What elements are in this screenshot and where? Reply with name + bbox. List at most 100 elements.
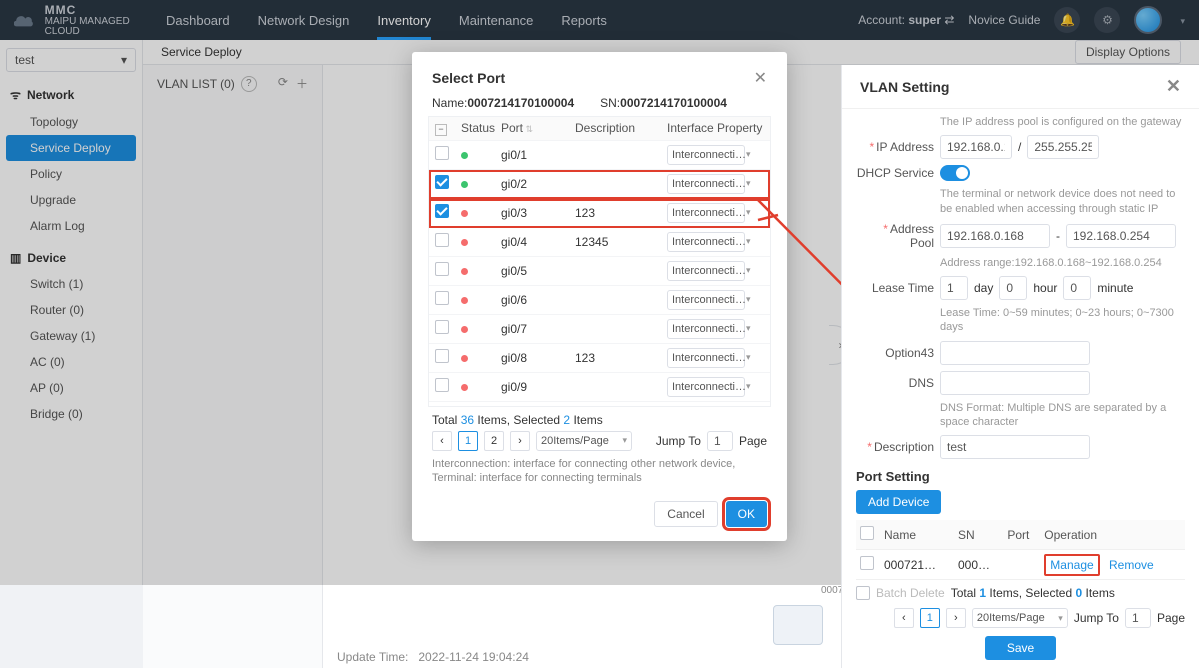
interface-property-select[interactable]: Interconnecti…▾ <box>667 145 745 165</box>
modal-page-1[interactable]: 1 <box>458 431 478 451</box>
port-cell: gi0/8 <box>495 344 569 373</box>
lease-hour-input[interactable] <box>999 276 1027 300</box>
device-port-table: Name SN Port Operation 000721… 000… Mana… <box>856 520 1185 580</box>
option43-input[interactable] <box>940 341 1090 365</box>
port-row: gi0/8123 Interconnecti…▾ <box>429 344 770 373</box>
interface-property-select[interactable]: Interconnecti…▾ <box>667 377 745 397</box>
close-icon[interactable]: ✕ <box>1166 76 1181 97</box>
port-cell: gi0/5 <box>495 257 569 286</box>
page-1[interactable]: 1 <box>920 608 940 628</box>
port-row-checkbox[interactable] <box>435 291 449 305</box>
port-row-checkbox[interactable] <box>435 378 449 392</box>
port-cell: gi0/6 <box>495 286 569 315</box>
lease-day-input[interactable] <box>940 276 968 300</box>
port-row-checkbox[interactable] <box>435 204 449 218</box>
select-port-modal: Select Port ✕ Name:0007214170100004 SN:0… <box>412 52 787 541</box>
modal-next-page[interactable]: › <box>510 431 530 451</box>
save-button[interactable]: Save <box>985 636 1056 660</box>
page-size-select[interactable]: 20Items/Page▾ <box>972 608 1068 628</box>
port-table: − Status Port Description Interface Prop… <box>428 116 771 407</box>
port-row: gi0/10Interconnecti…▾ <box>429 402 770 406</box>
select-all-checkbox[interactable] <box>860 526 874 540</box>
row-port <box>1003 550 1040 580</box>
modal-close-icon[interactable]: ✕ <box>754 68 767 88</box>
add-device-button[interactable]: Add Device <box>856 490 941 514</box>
prev-page[interactable]: ‹ <box>894 608 914 628</box>
interface-property-select[interactable]: Interconnecti…▾ <box>667 290 745 310</box>
port-row-checkbox[interactable] <box>435 320 449 334</box>
desc-cell <box>569 315 661 344</box>
status-dot-icon <box>461 355 468 362</box>
remove-link[interactable]: Remove <box>1109 558 1154 572</box>
port-row-checkbox[interactable] <box>435 233 449 247</box>
desc-input[interactable] <box>940 435 1090 459</box>
port-row: gi0/412345Interconnecti…▾ <box>429 228 770 257</box>
status-dot-icon <box>461 181 468 188</box>
col-port-sort[interactable]: Port <box>495 117 569 140</box>
cancel-button[interactable]: Cancel <box>654 501 717 527</box>
collapse-all-icon[interactable]: − <box>435 124 447 136</box>
port-row: gi0/5 Interconnecti…▾ <box>429 257 770 286</box>
pool-from-input[interactable] <box>940 224 1050 248</box>
ip-input[interactable] <box>940 135 1012 159</box>
manage-link[interactable]: Manage <box>1044 554 1099 576</box>
modal-jump-input[interactable] <box>707 431 733 451</box>
modal-sn: SN:0007214170100004 <box>600 96 727 110</box>
status-dot-icon <box>461 297 468 304</box>
port-row-checkbox[interactable] <box>435 175 449 189</box>
status-dot-icon <box>461 152 468 159</box>
port-row-checkbox[interactable] <box>435 146 449 160</box>
batch-delete-label: Batch Delete <box>876 586 945 600</box>
port-row: gi0/3123Interconnecti…▾ <box>429 199 770 228</box>
interface-property-select[interactable]: Interconnecti…▾ <box>667 232 745 252</box>
desc-cell <box>569 373 661 402</box>
modal-jump-suffix: Page <box>739 434 767 448</box>
port-cell: gi0/4 <box>495 228 569 257</box>
panel-title: VLAN Setting <box>860 79 949 95</box>
next-page[interactable]: › <box>946 608 966 628</box>
device-node-2[interactable] <box>773 605 823 645</box>
pool-to-input[interactable] <box>1066 224 1176 248</box>
batch-checkbox[interactable] <box>856 586 870 600</box>
interface-property-select[interactable]: Interconnecti…▾ <box>667 261 745 281</box>
desc-cell: 123 <box>569 199 661 228</box>
modal-page-size[interactable]: 20Items/Page▾ <box>536 431 632 451</box>
col-status: Status <box>455 117 495 140</box>
jump-suffix: Page <box>1157 611 1185 625</box>
port-row: gi0/1Interconnecti…▾ <box>429 141 770 170</box>
ip-label: IP Address <box>856 140 934 154</box>
ok-button[interactable]: OK <box>726 501 767 527</box>
port-section-title: Port Setting <box>856 469 1185 484</box>
jump-input[interactable] <box>1125 608 1151 628</box>
port-row: gi0/6 Interconnecti…▾ <box>429 286 770 315</box>
dhcp-switch[interactable] <box>940 165 970 181</box>
mask-input[interactable] <box>1027 135 1099 159</box>
desc-cell: 123 <box>569 344 661 373</box>
modal-prev-page[interactable]: ‹ <box>432 431 452 451</box>
port-row-checkbox[interactable] <box>435 349 449 363</box>
col-op: Operation <box>1040 520 1185 550</box>
modal-page-2[interactable]: 2 <box>484 431 504 451</box>
desc-cell <box>569 170 661 199</box>
row-checkbox[interactable] <box>860 556 874 570</box>
col-desc: Description <box>569 117 661 140</box>
lease-min-input[interactable] <box>1063 276 1091 300</box>
row-sn: 000… <box>954 550 1003 580</box>
desc-label: Description <box>856 440 934 454</box>
interface-property-select[interactable]: Interconnecti…▾ <box>667 203 745 223</box>
unit-hour: hour <box>1033 281 1057 295</box>
table-row: 000721… 000… Manage Remove <box>856 550 1185 580</box>
modal-name: Name:0007214170100004 <box>432 96 574 110</box>
lease-label: Lease Time <box>856 281 934 295</box>
dns-label: DNS <box>856 376 934 390</box>
update-time: Update Time:2022-11-24 19:04:24 <box>337 650 529 664</box>
dns-input[interactable] <box>940 371 1090 395</box>
status-dot-icon <box>461 384 468 391</box>
pool-range-hint: Address range:192.168.0.168~192.168.0.25… <box>940 256 1185 270</box>
interface-property-select[interactable]: Interconnecti…▾ <box>667 319 745 339</box>
port-row-checkbox[interactable] <box>435 262 449 276</box>
option43-label: Option43 <box>856 346 934 360</box>
interface-property-select[interactable]: Interconnecti…▾ <box>667 348 745 368</box>
interface-property-select[interactable]: Interconnecti…▾ <box>667 174 745 194</box>
ip-pool-hint: The IP address pool is configured on the… <box>940 115 1185 129</box>
